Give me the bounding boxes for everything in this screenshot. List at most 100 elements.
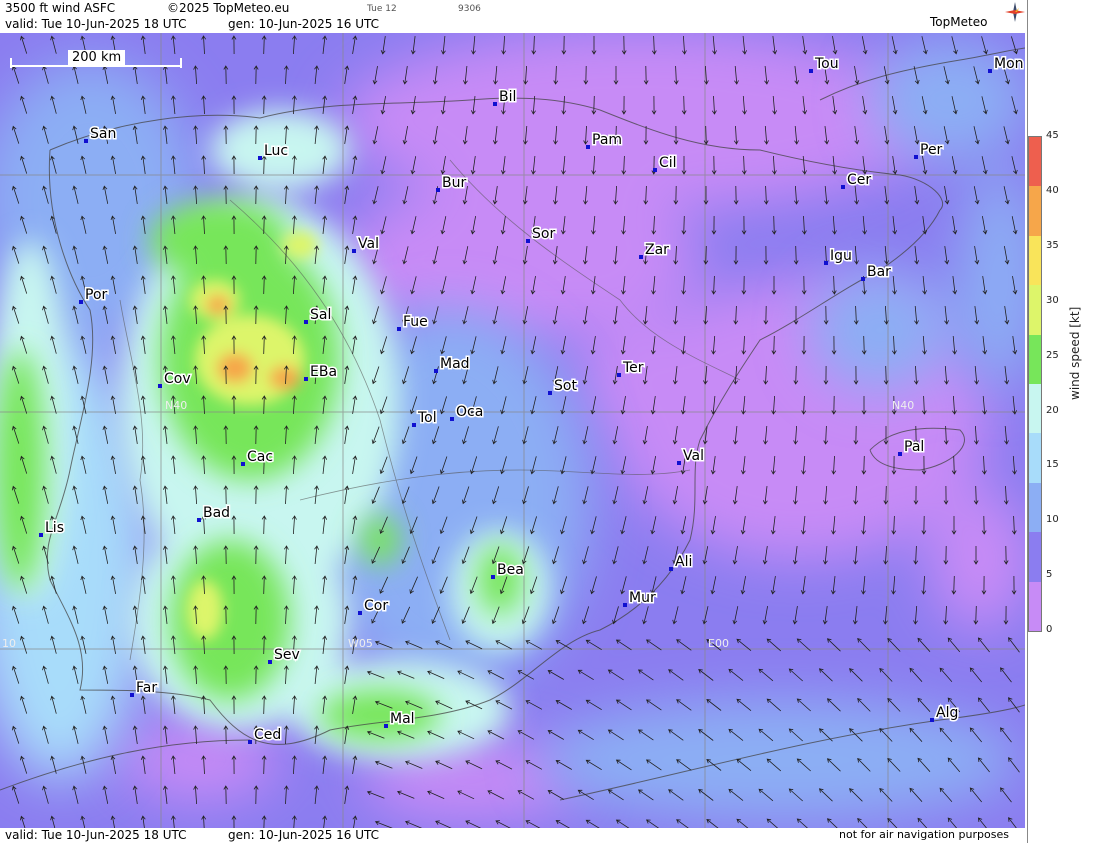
city-label: Mad xyxy=(440,356,470,372)
city-dot xyxy=(669,567,673,571)
city-dot xyxy=(623,603,627,607)
city-dot xyxy=(586,145,590,149)
city-dot xyxy=(824,261,828,265)
color-bar-segment xyxy=(1029,383,1041,434)
city-dot xyxy=(930,718,934,722)
city-label: Per xyxy=(920,142,943,158)
city-label: Ali xyxy=(675,554,692,570)
city-dot xyxy=(617,373,621,377)
city-marker[interactable]: Mon xyxy=(988,55,1025,74)
city-dot xyxy=(639,255,643,259)
city-label: Por xyxy=(85,287,108,303)
city-label: Sev xyxy=(274,647,300,663)
copyright-text: ©2025 TopMeteo.eu xyxy=(167,1,290,15)
city-dot xyxy=(39,533,43,537)
city-label: Mon xyxy=(994,56,1024,72)
city-label: Oca xyxy=(456,404,483,420)
city-label: Cov xyxy=(164,371,191,387)
grid-label-w10: 10 xyxy=(2,637,16,650)
city-label: Bea xyxy=(497,562,524,578)
city-marker[interactable]: Mad xyxy=(434,355,471,374)
color-bar-tick: 10 xyxy=(1046,514,1059,526)
city-dot xyxy=(809,69,813,73)
color-bar-segment xyxy=(1029,482,1041,533)
city-label: Bar xyxy=(867,264,891,280)
city-label: San xyxy=(90,126,116,142)
city-label: Zar xyxy=(645,242,669,258)
city-dot xyxy=(248,740,252,744)
legend-title: wind speed [kt] xyxy=(1068,306,1082,400)
color-bar-segment xyxy=(1029,532,1041,582)
color-bar-segment xyxy=(1029,334,1041,384)
grid-label-n40-east: N40 xyxy=(892,399,914,412)
color-bar-tick: 30 xyxy=(1046,294,1059,306)
valid-time: valid: Tue 10-Jun-2025 18 UTC xyxy=(5,17,187,31)
color-bar-segment xyxy=(1029,137,1041,187)
color-bar-tick: 5 xyxy=(1046,569,1053,581)
city-label: Sal xyxy=(310,307,331,323)
city-dot xyxy=(352,249,356,253)
city-dot xyxy=(358,611,362,615)
city-label: Pam xyxy=(592,132,622,148)
city-dot xyxy=(493,102,497,106)
city-dot xyxy=(436,188,440,192)
city-dot xyxy=(84,139,88,143)
city-label: Cac xyxy=(247,449,273,465)
city-label: Luc xyxy=(264,143,288,159)
city-dot xyxy=(526,239,530,243)
wind-map-canvas[interactable]: N40 N40 W05 E00 10 San Luc Bil Pam Tou Mon Per… xyxy=(0,33,1025,828)
city-dot xyxy=(412,423,416,427)
city-dot xyxy=(450,417,454,421)
city-dot xyxy=(268,660,272,664)
city-label: Cor xyxy=(364,598,388,614)
city-label: Sor xyxy=(532,226,555,242)
city-dot xyxy=(241,462,245,466)
color-bar-tick: 15 xyxy=(1046,459,1059,471)
city-label: Far xyxy=(136,680,157,696)
grid-label-e00: E00 xyxy=(708,637,729,650)
product-title: 3500 ft wind ASFC xyxy=(5,1,116,15)
city-dot xyxy=(130,693,134,697)
city-label: Lis xyxy=(45,520,64,536)
city-label: Val xyxy=(683,448,704,464)
city-dot xyxy=(841,185,845,189)
city-dot xyxy=(491,575,495,579)
scale-bar-label: 200 km xyxy=(68,50,126,65)
city-dot xyxy=(397,327,401,331)
gen-time: gen: 10-Jun-2025 16 UTC xyxy=(228,17,380,31)
city-label: Pal xyxy=(904,439,924,455)
city-label: Cil xyxy=(659,155,677,171)
city-dot xyxy=(158,384,162,388)
city-dot xyxy=(914,155,918,159)
wind-speed-legend: 45 40 35 30 25 20 15 10 5 0 wind speed [kt] xyxy=(1027,0,1117,843)
city-marker[interactable]: Pam xyxy=(586,131,624,150)
city-label: Bur xyxy=(442,175,466,191)
color-bar-tick: 0 xyxy=(1046,624,1053,636)
city-dot xyxy=(79,300,83,304)
city-label: Alg xyxy=(936,705,958,721)
footer-bar: valid: Tue 10-Jun-2025 18 UTC gen: 10-Ju… xyxy=(0,828,1027,843)
grid-label-w05: W05 xyxy=(348,637,373,650)
city-dot xyxy=(434,369,438,373)
wind-map[interactable]: N40 N40 W05 E00 10 San Luc Bil Pam Tou Mon Per… xyxy=(0,33,1025,828)
city-label: Tol xyxy=(417,410,437,426)
day-tab[interactable]: Tue 12 xyxy=(367,4,397,14)
city-label: Ced xyxy=(254,727,281,743)
city-dot xyxy=(258,156,262,160)
city-dot xyxy=(861,277,865,281)
city-dot xyxy=(898,452,902,456)
color-bar-segment xyxy=(1029,581,1041,631)
city-label: Mal xyxy=(390,711,415,727)
city-label: Sot xyxy=(554,378,577,394)
city-dot xyxy=(304,320,308,324)
city-dot xyxy=(304,377,308,381)
city-label: Bil xyxy=(499,89,516,105)
city-label: Mur xyxy=(629,590,656,606)
city-label: Fue xyxy=(403,314,428,330)
topmeteo-logo[interactable]: TopMeteo xyxy=(930,15,987,29)
scale-bar: 200 km xyxy=(10,50,182,68)
city-label: Bad xyxy=(203,505,230,521)
city-label: Igu xyxy=(830,248,852,264)
footer-disclaimer: not for air navigation purposes xyxy=(839,828,1009,841)
city-dot xyxy=(988,69,992,73)
